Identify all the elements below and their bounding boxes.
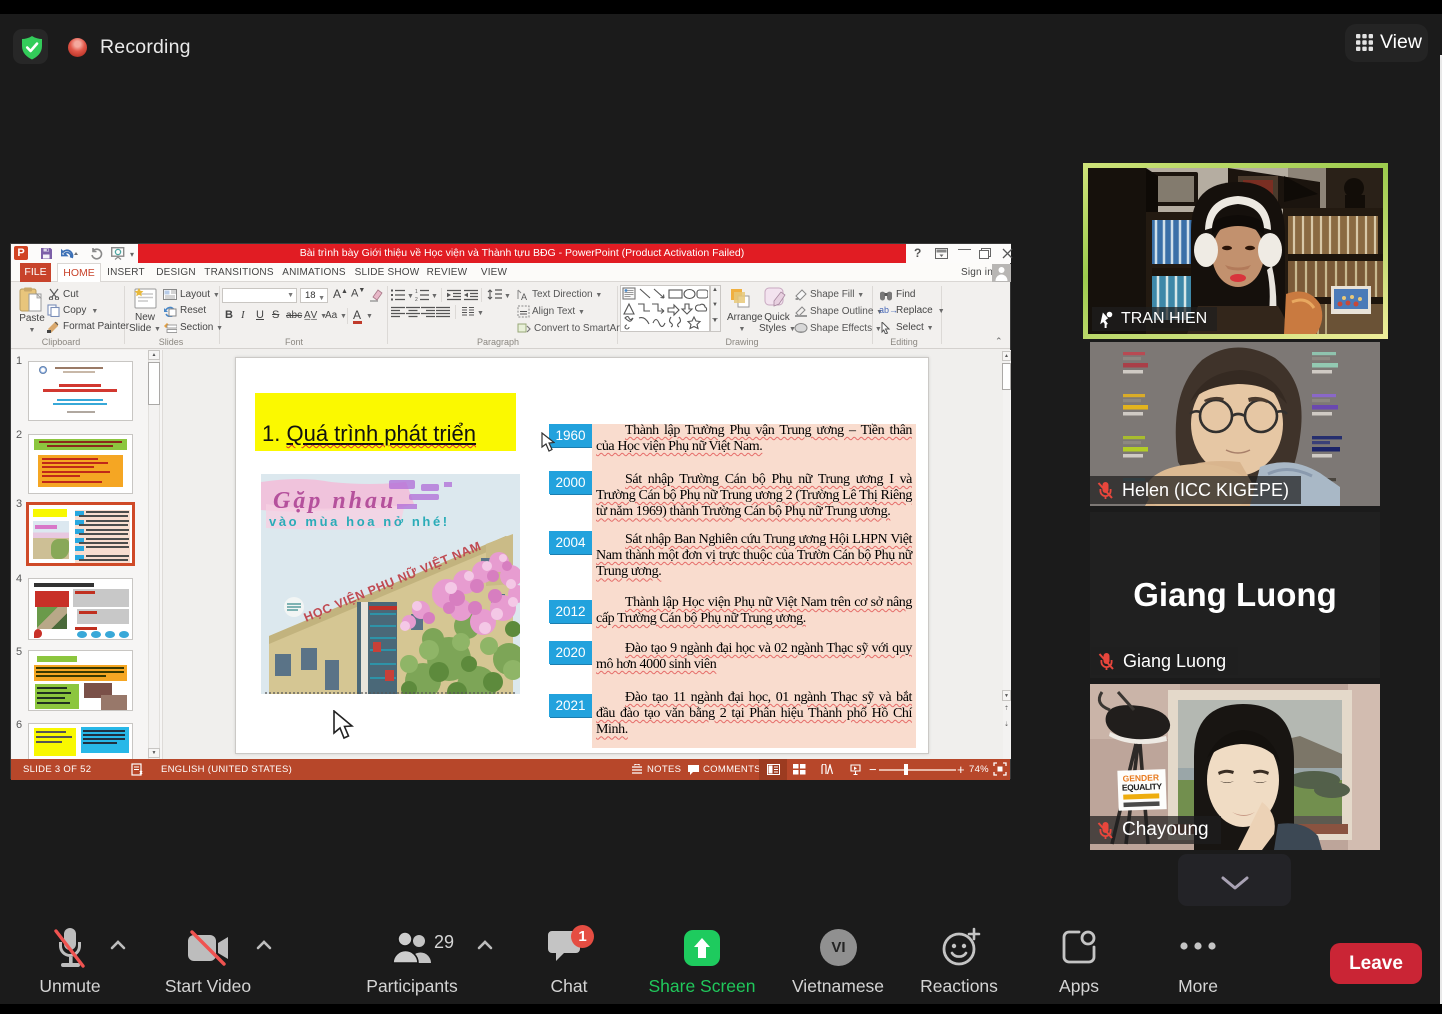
svg-text:EQUALITY: EQUALITY — [1122, 781, 1163, 792]
svg-text:Gặp nhau: Gặp nhau — [273, 488, 396, 514]
svg-text:A: A — [521, 292, 527, 301]
svg-text:2: 2 — [415, 297, 418, 301]
svg-text:1: 1 — [415, 289, 418, 295]
svg-text:vào mùa hoa nở nhé!: vào mùa hoa nở nhé! — [269, 514, 450, 529]
